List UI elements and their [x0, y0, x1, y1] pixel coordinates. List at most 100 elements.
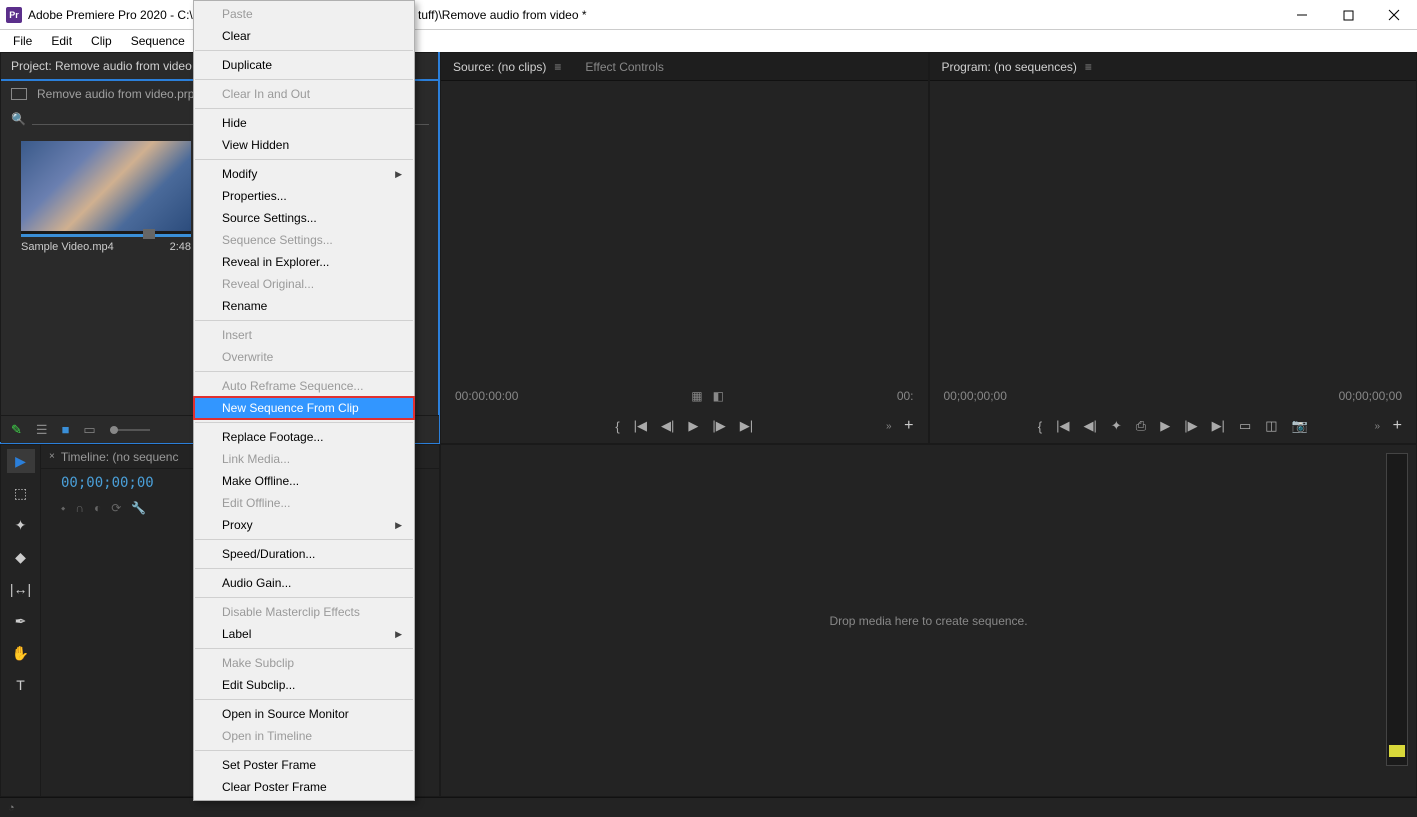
context-menu-item: Disable Masterclip Effects	[194, 601, 414, 623]
fit-icon[interactable]: ▦	[691, 389, 702, 403]
context-menu-item[interactable]: Clear	[194, 25, 414, 47]
effect-controls-tab[interactable]: Effect Controls	[585, 60, 663, 74]
context-menu-item[interactable]: Clear Poster Frame	[194, 776, 414, 798]
zoom-slider[interactable]	[110, 429, 150, 431]
program-panel-menu-icon[interactable]: ≡	[1085, 60, 1092, 74]
clip-thumbnail[interactable]	[21, 141, 191, 237]
minimize-button[interactable]	[1279, 0, 1325, 30]
settings-icon[interactable]: ⟳	[111, 501, 121, 515]
context-menu-item[interactable]: Proxy▶	[194, 514, 414, 536]
context-menu-item[interactable]: Edit Subclip...	[194, 674, 414, 696]
step-fwd-icon[interactable]: |▶	[1184, 418, 1197, 434]
snap-icon[interactable]: ⬩	[61, 501, 65, 516]
more-controls-icon[interactable]: »	[886, 421, 892, 432]
context-menu-item[interactable]: Open in Source Monitor	[194, 703, 414, 725]
go-out-icon[interactable]: ▶|	[740, 418, 753, 434]
context-menu-item[interactable]: Duplicate	[194, 54, 414, 76]
context-menu-item[interactable]: Speed/Duration...	[194, 543, 414, 565]
context-menu-item[interactable]: Source Settings...	[194, 207, 414, 229]
more-controls-icon[interactable]: »	[1374, 421, 1380, 432]
link-icon[interactable]: ∩	[75, 501, 84, 515]
context-menu-separator	[195, 50, 413, 51]
add-button-icon[interactable]: +	[904, 417, 913, 435]
context-menu-item[interactable]: View Hidden	[194, 134, 414, 156]
lift-icon[interactable]: ✦	[1111, 418, 1122, 434]
clip-item[interactable]: Sample Video.mp4 2:48	[21, 141, 191, 253]
mark-in-icon[interactable]: {	[615, 419, 619, 434]
source-tc-left[interactable]: 00:00:00:00	[455, 389, 518, 403]
program-view[interactable]	[930, 81, 1417, 383]
marker-icon[interactable]: ◐	[94, 501, 101, 515]
menu-edit[interactable]: Edit	[43, 32, 80, 50]
add-button-icon[interactable]: +	[1393, 417, 1402, 435]
context-menu-item[interactable]: Modify▶	[194, 163, 414, 185]
context-menu-item[interactable]: New Sequence From Clip	[194, 397, 414, 419]
type-tool[interactable]: T	[7, 673, 35, 697]
razor-tool[interactable]: ◆	[7, 545, 35, 569]
pen-icon[interactable]: ✎	[11, 422, 22, 438]
ripple-edit-tool[interactable]: ✦	[7, 513, 35, 537]
context-menu-item[interactable]: Reveal in Explorer...	[194, 251, 414, 273]
sequence-drop-zone[interactable]: Drop media here to create sequence.	[440, 444, 1417, 797]
selection-tool[interactable]: ▶	[7, 449, 35, 473]
context-menu-item[interactable]: Replace Footage...	[194, 426, 414, 448]
resolution-icon[interactable]: ◧	[713, 389, 724, 403]
audio-meter	[1386, 453, 1408, 766]
thumb-view-icon[interactable]: ■	[62, 422, 70, 437]
timeline-tab-label[interactable]: Timeline: (no sequenc	[61, 450, 179, 464]
mark-in-icon[interactable]: {	[1038, 419, 1042, 434]
context-menu-item[interactable]: Audio Gain...	[194, 572, 414, 594]
context-menu-item[interactable]: Hide	[194, 112, 414, 134]
window-title-right: tuff)\Remove audio from video *	[418, 8, 587, 22]
source-tab-label: Source: (no clips)	[453, 60, 546, 74]
program-tc-left[interactable]: 00;00;00;00	[944, 389, 1007, 403]
menu-file[interactable]: File	[5, 32, 40, 50]
source-view[interactable]	[441, 81, 928, 383]
context-menu-item: Reveal Original...	[194, 273, 414, 295]
menu-clip[interactable]: Clip	[83, 32, 120, 50]
app-icon: Pr	[6, 7, 22, 23]
hand-tool[interactable]: ✋	[7, 641, 35, 665]
context-menu-item: Clear In and Out	[194, 83, 414, 105]
context-menu-item[interactable]: Properties...	[194, 185, 414, 207]
tool-palette: ▶ ⬚ ✦ ◆ |↔| ✒ ✋ T	[1, 445, 41, 796]
window-title-left: Adobe Premiere Pro 2020 - C:\	[28, 8, 193, 22]
extract-icon[interactable]: ⎙	[1136, 418, 1146, 434]
program-tab[interactable]: Program: (no sequences) ≡	[942, 60, 1092, 74]
go-in-icon[interactable]: |◀	[634, 418, 647, 434]
context-menu-item[interactable]: Set Poster Frame	[194, 754, 414, 776]
export-frame-icon[interactable]: ▭	[1239, 418, 1251, 434]
list-view-icon[interactable]: ☰	[36, 422, 48, 438]
step-fwd-icon[interactable]: |▶	[712, 418, 725, 434]
maximize-button[interactable]	[1325, 0, 1371, 30]
pen-tool[interactable]: ✒	[7, 609, 35, 633]
close-button[interactable]	[1371, 0, 1417, 30]
track-select-tool[interactable]: ⬚	[7, 481, 35, 505]
play-icon[interactable]: ▶	[1160, 418, 1170, 434]
context-menu-item[interactable]: Label▶	[194, 623, 414, 645]
play-icon[interactable]: ▶	[688, 418, 698, 434]
source-panel-menu-icon[interactable]: ≡	[554, 60, 561, 74]
step-back-icon[interactable]: ◀|	[1084, 418, 1097, 434]
go-in-icon[interactable]: |◀	[1056, 418, 1069, 434]
compare-icon[interactable]: ◫	[1265, 418, 1277, 434]
source-tab[interactable]: Source: (no clips) ≡	[453, 60, 561, 74]
context-menu-separator	[195, 648, 413, 649]
context-menu-item: Paste	[194, 3, 414, 25]
close-tab-icon[interactable]: ×	[49, 451, 55, 462]
context-menu-separator	[195, 539, 413, 540]
context-menu-item: Sequence Settings...	[194, 229, 414, 251]
slip-tool[interactable]: |↔|	[7, 577, 35, 601]
context-menu-separator	[195, 750, 413, 751]
freeform-view-icon[interactable]: ▭	[83, 422, 95, 438]
step-back-icon[interactable]: ◀|	[661, 418, 674, 434]
camera-icon[interactable]: 📷	[1292, 418, 1308, 434]
wrench-icon[interactable]: 🔧	[131, 501, 146, 515]
menu-sequence[interactable]: Sequence	[123, 32, 193, 50]
context-menu-separator	[195, 108, 413, 109]
search-icon: 🔍	[11, 112, 26, 126]
context-menu-separator	[195, 422, 413, 423]
context-menu-item[interactable]: Rename	[194, 295, 414, 317]
go-out-icon[interactable]: ▶|	[1212, 418, 1225, 434]
context-menu-item[interactable]: Make Offline...	[194, 470, 414, 492]
